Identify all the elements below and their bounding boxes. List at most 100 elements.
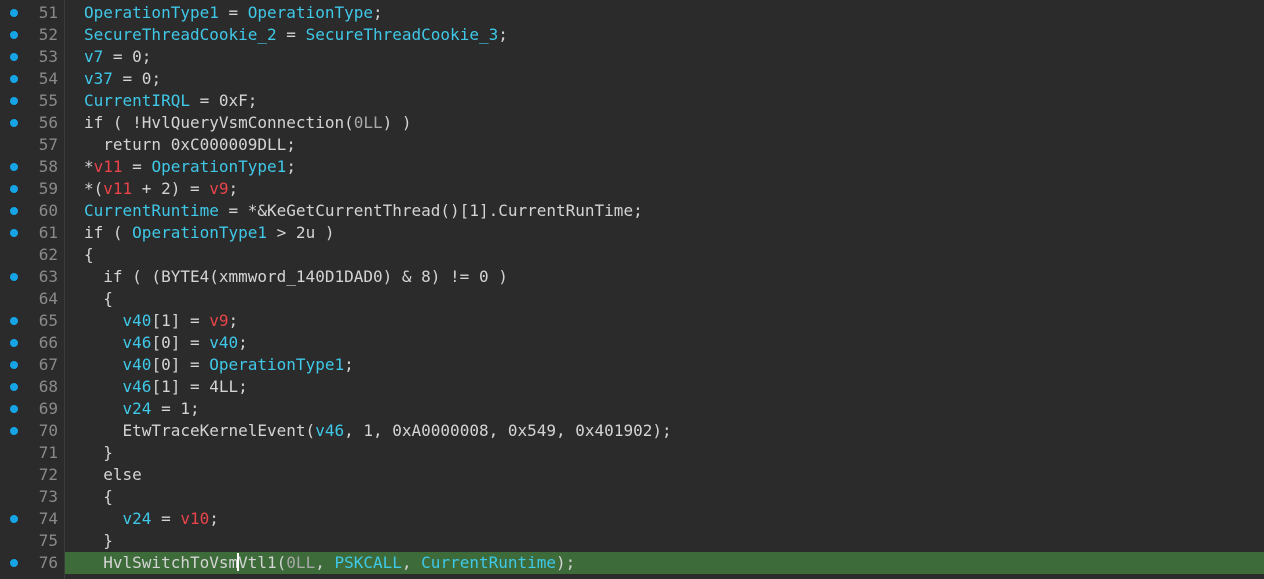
code-token: if ( (84, 223, 133, 242)
code-line[interactable]: 56 if ( !HvlQueryVsmConnection(0LL) ) (0, 112, 1264, 134)
code-line[interactable]: 76 HvlSwitchToVsmVtl1(0LL, PSKCALL, Curr… (0, 552, 1264, 574)
code-token: 0LL (286, 553, 316, 572)
code-token: return 0xC000009DLL; (84, 135, 296, 154)
breakpoint-dot-icon[interactable] (10, 163, 18, 171)
code-token: if ( (BYTE4(xmmword_140D1DAD0) & 8) != 0… (84, 267, 508, 286)
code-line[interactable]: 75 } (0, 530, 1264, 552)
code-line[interactable]: 59 *(v11 + 2) = v9; (0, 178, 1264, 200)
code-token: v24 (122, 399, 152, 418)
line-number: 52 (38, 25, 58, 44)
line-number: 51 (38, 3, 58, 22)
code-text: { (65, 244, 1264, 266)
code-line[interactable]: 53 v7 = 0; (0, 46, 1264, 68)
breakpoint-dot-icon[interactable] (10, 119, 18, 127)
breakpoint-dot-icon[interactable] (10, 9, 18, 17)
breakpoint-dot-icon[interactable] (10, 31, 18, 39)
code-line[interactable]: 64 { (0, 288, 1264, 310)
code-line[interactable]: 60 CurrentRuntime = *&KeGetCurrentThread(… (0, 200, 1264, 222)
code-token: EtwTraceKernelEvent( (84, 421, 316, 440)
line-number: 61 (38, 223, 58, 242)
breakpoint-dot-icon[interactable] (10, 229, 18, 237)
code-line[interactable]: 61 if ( OperationType1 > 2u ) (0, 222, 1264, 244)
code-token: } (84, 443, 113, 462)
code-line[interactable]: 51 OperationType1 = OperationType; (0, 2, 1264, 24)
breakpoint-dot-icon[interactable] (10, 317, 18, 325)
code-token: = (151, 509, 181, 528)
breakpoint-dot-icon[interactable] (10, 75, 18, 83)
code-line[interactable]: 57 return 0xC000009DLL; (0, 134, 1264, 156)
code-token: 0LL (353, 113, 383, 132)
breakpoint-dot-icon[interactable] (10, 361, 18, 369)
code-line[interactable]: 69 v24 = 1; (0, 398, 1264, 420)
code-line[interactable]: 74 v24 = v10; (0, 508, 1264, 530)
code-text: } (65, 530, 1264, 552)
line-number: 55 (38, 91, 58, 110)
breakpoint-dot-icon[interactable] (10, 53, 18, 61)
breakpoint-dot-icon[interactable] (10, 185, 18, 193)
code-line[interactable]: 67 v40[0] = OperationType1; (0, 354, 1264, 376)
code-token: = (122, 157, 152, 176)
code-token: v9 (209, 311, 229, 330)
breakpoint-dot-icon[interactable] (10, 559, 18, 567)
code-text: SecureThreadCookie_2 = SecureThreadCooki… (65, 24, 1264, 46)
line-number: 72 (38, 465, 58, 484)
code-token: [1] = 4LL; (151, 377, 248, 396)
breakpoint-dot-icon[interactable] (10, 427, 18, 435)
code-token: Vtl1( (238, 553, 287, 572)
line-number: 53 (38, 47, 58, 66)
breakpoint-dot-icon[interactable] (10, 405, 18, 413)
code-line[interactable]: 55 CurrentIRQL = 0xF; (0, 90, 1264, 112)
code-token: else (84, 465, 142, 484)
code-token: = 0; (112, 69, 162, 88)
code-line[interactable]: 71 } (0, 442, 1264, 464)
code-token: + 2) = (132, 179, 210, 198)
code-token: ; (498, 25, 508, 44)
breakpoint-dot-icon[interactable] (10, 207, 18, 215)
line-number: 60 (38, 201, 58, 220)
code-token: * (84, 157, 94, 176)
code-text: *v11 = OperationType1; (65, 156, 1264, 178)
code-line[interactable]: 58 *v11 = OperationType1; (0, 156, 1264, 178)
breakpoint-dot-icon[interactable] (10, 515, 18, 523)
code-text: if ( (BYTE4(xmmword_140D1DAD0) & 8) != 0… (65, 266, 1264, 288)
code-token: CurrentRuntime (84, 201, 219, 220)
code-line[interactable]: 70 EtwTraceKernelEvent(v46, 1, 0xA000000… (0, 420, 1264, 442)
code-text: } (65, 442, 1264, 464)
code-line[interactable]: 62 { (0, 244, 1264, 266)
code-text: v24 = v10; (65, 508, 1264, 530)
line-number: 54 (38, 69, 58, 88)
code-token: SecureThreadCookie_3 (305, 25, 499, 44)
line-number: 64 (38, 289, 58, 308)
code-line[interactable]: 68 v46[1] = 4LL; (0, 376, 1264, 398)
code-token: ; (286, 157, 296, 176)
line-number: 71 (38, 443, 58, 462)
code-token: ; (228, 311, 239, 330)
code-line[interactable]: 54 v37 = 0; (0, 68, 1264, 90)
breakpoint-dot-icon[interactable] (10, 339, 18, 347)
code-text: *(v11 + 2) = v9; (65, 178, 1264, 200)
code-text: if ( OperationType1 > 2u ) (65, 222, 1264, 244)
code-text: OperationType1 = OperationType; (65, 2, 1264, 24)
breakpoint-dot-icon[interactable] (10, 383, 18, 391)
code-line[interactable]: 72 else (0, 464, 1264, 486)
code-line[interactable]: 66 v46[0] = v40; (0, 332, 1264, 354)
line-number: 76 (38, 553, 58, 572)
code-line[interactable]: 63 if ( (BYTE4(xmmword_140D1DAD0) & 8) !… (0, 266, 1264, 288)
breakpoint-dot-icon[interactable] (10, 97, 18, 105)
code-text: CurrentRuntime = *&KeGetCurrentThread()[… (65, 200, 1264, 222)
code-text: v40[1] = v9; (65, 310, 1264, 332)
code-text: return 0xC000009DLL; (65, 134, 1264, 156)
code-token: [1] = (151, 311, 210, 330)
code-token: v11 (103, 179, 133, 198)
code-token: = (218, 3, 248, 22)
code-line[interactable]: 52 SecureThreadCookie_2 = SecureThreadCoo… (0, 24, 1264, 46)
pseudocode-editor[interactable]: 51 OperationType1 = OperationType; 52 Secur… (0, 0, 1264, 579)
breakpoint-dot-icon[interactable] (10, 273, 18, 281)
code-token: ; (238, 333, 248, 352)
code-line[interactable]: 65 v40[1] = v9; (0, 310, 1264, 332)
code-line[interactable]: 73 { (0, 486, 1264, 508)
code-token: if ( !HvlQueryVsmConnection( (84, 113, 354, 132)
code-token: OperationType1 (84, 3, 219, 22)
